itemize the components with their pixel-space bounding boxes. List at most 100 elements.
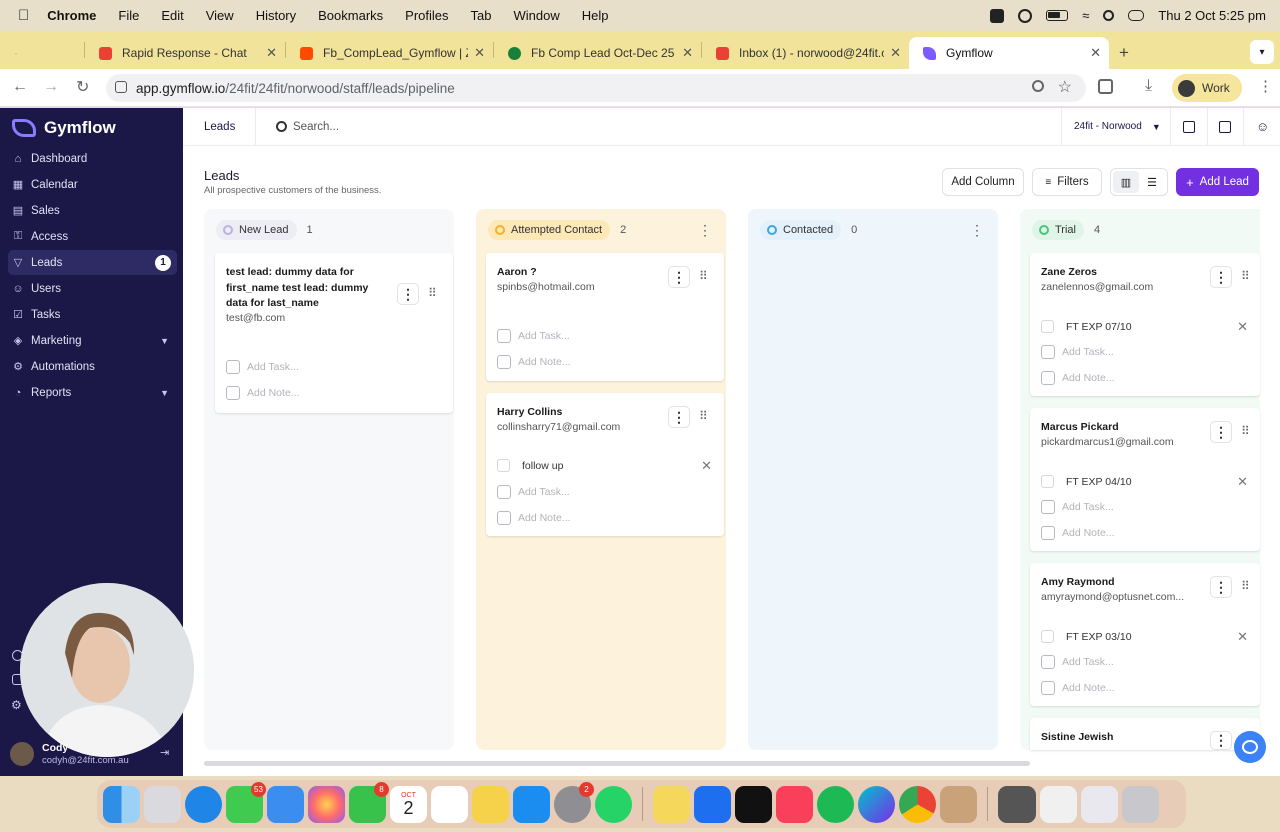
chrome-icon[interactable] — [899, 785, 936, 823]
menu-view[interactable]: View — [206, 8, 234, 23]
task-checkbox[interactable] — [497, 459, 510, 472]
site-info-icon[interactable] — [115, 81, 127, 93]
column-pill[interactable]: Contacted — [760, 220, 842, 240]
add-task-button[interactable]: Add Task... — [497, 329, 570, 343]
more-options-icon[interactable]: ⋮ — [668, 406, 690, 428]
sidebar-item-users[interactable]: ☺ Users — [8, 276, 177, 301]
chrome-menu-icon[interactable]: ⋮ — [1258, 77, 1273, 95]
menu-profiles[interactable]: Profiles — [405, 8, 448, 23]
whatsapp-icon[interactable] — [595, 785, 632, 823]
tab-sheets[interactable]: Fb Comp Lead Oct-Dec 25 - I ✕ — [494, 37, 701, 69]
forward-icon[interactable]: → — [43, 78, 59, 96]
add-note-button[interactable]: Add Note... — [1041, 371, 1115, 385]
task-checkbox[interactable] — [1041, 475, 1054, 488]
breadcrumb[interactable]: Leads — [204, 121, 235, 133]
add-task-button[interactable]: Add Task... — [1041, 345, 1114, 359]
check-circle-icon[interactable] — [1018, 8, 1033, 23]
lead-card[interactable]: Sistine Jewish ⋮ — [1030, 718, 1260, 750]
more-options-icon[interactable]: ⋮ — [1210, 576, 1232, 598]
close-icon[interactable]: ✕ — [682, 45, 693, 61]
drag-handle-icon[interactable]: ⠿ — [699, 409, 708, 423]
delete-task-icon[interactable]: ✕ — [1237, 629, 1248, 645]
task-checkbox[interactable] — [1041, 630, 1054, 643]
mail-icon[interactable] — [267, 785, 304, 823]
tab-chat[interactable]: Rapid Response - Chat ✕ — [85, 37, 285, 69]
sidebar-item-access[interactable]: ⚿ Access — [8, 224, 177, 249]
calendar-app-icon[interactable]: OCT 2 — [390, 785, 427, 823]
more-options-icon[interactable]: ⋮ — [1210, 731, 1232, 750]
column-pill[interactable]: Attempted Contact — [488, 220, 611, 240]
search-icon[interactable] — [1103, 10, 1115, 21]
close-icon[interactable]: ✕ — [266, 45, 277, 61]
new-tab-button[interactable]: + — [1109, 37, 1139, 69]
downloads-stack-icon[interactable] — [1040, 785, 1077, 823]
lead-card[interactable]: Harry Collins collinsharry71@gmail.com ⋮… — [486, 393, 724, 536]
menu-bookmarks[interactable]: Bookmarks — [318, 8, 383, 23]
add-note-button[interactable]: Add Note... — [1041, 526, 1115, 540]
chat-widget-button[interactable] — [1234, 731, 1266, 763]
extensions-icon[interactable] — [1098, 79, 1113, 94]
lead-card[interactable]: Zane Zeros zanelennos@gmail.com ⋮ ⠿ FT E… — [1030, 253, 1260, 396]
list-view-icon[interactable]: ☰ — [1139, 171, 1165, 193]
add-note-button[interactable]: Add Note... — [1041, 681, 1115, 695]
add-note-button[interactable]: Add Note... — [497, 355, 571, 369]
add-task-button[interactable]: Add Task... — [1041, 500, 1114, 514]
add-task-button[interactable]: Add Task... — [1041, 655, 1114, 669]
close-icon[interactable]: ✕ — [474, 45, 485, 61]
sidebar-item-tasks[interactable]: ☑ Tasks — [8, 302, 177, 327]
delete-task-icon[interactable]: ✕ — [1237, 474, 1248, 490]
reminders-icon[interactable] — [431, 785, 468, 823]
column-pill[interactable]: Trial — [1032, 220, 1084, 240]
stickies-icon[interactable] — [653, 785, 690, 823]
more-options-icon[interactable]: ⋮ — [1210, 266, 1232, 288]
music-icon[interactable] — [776, 785, 813, 823]
profile-button[interactable]: Work — [1172, 74, 1242, 102]
sidebar-item-automations[interactable]: ⚙ Automations — [8, 354, 177, 379]
column-menu-icon[interactable]: ⋮ — [970, 222, 984, 239]
menu-edit[interactable]: Edit — [161, 8, 183, 23]
safari-icon[interactable] — [185, 785, 222, 823]
download-icon[interactable]: ⤓ — [1145, 77, 1152, 95]
close-icon[interactable]: ✕ — [1090, 45, 1101, 61]
canva-icon[interactable] — [858, 785, 895, 823]
apple-icon[interactable]:  — [18, 7, 29, 24]
settings-icon[interactable]: ⚙ — [11, 698, 22, 712]
sidebar-item-reports[interactable]: ◔ Reports ▼ — [8, 380, 177, 405]
documents-stack-icon[interactable] — [1081, 785, 1118, 823]
drag-handle-icon[interactable]: ⠿ — [1241, 269, 1250, 283]
more-options-icon[interactable]: ⋮ — [668, 266, 690, 288]
printer-icon[interactable] — [998, 785, 1036, 823]
search-input[interactable]: Search... — [293, 121, 593, 133]
facetime-icon[interactable]: 8 — [349, 781, 389, 823]
spotify-icon[interactable] — [817, 785, 854, 823]
app-store-icon[interactable] — [513, 785, 550, 823]
drag-handle-icon[interactable]: ⠿ — [428, 286, 437, 300]
sidebar-item-leads[interactable]: ▽ Leads 1 — [8, 250, 177, 275]
brand[interactable]: Gymflow — [12, 118, 116, 138]
lead-card[interactable]: test lead: dummy data for first_name tes… — [215, 253, 453, 413]
lead-card[interactable]: Amy Raymond amyraymond@optusnet.com... ⋮… — [1030, 563, 1260, 706]
sidebar-item-calendar[interactable]: ▦ Calendar — [8, 172, 177, 197]
apple-tv-icon[interactable] — [735, 785, 772, 823]
star-icon[interactable]: ☆ — [1058, 77, 1072, 97]
zoom-icon[interactable] — [1032, 80, 1044, 92]
calendar-icon[interactable] — [1183, 121, 1195, 133]
url-bar[interactable]: app.gymflow.io/24fit/24fit/norwood/staff… — [106, 74, 1086, 102]
status-app-icon[interactable] — [990, 8, 1005, 23]
delete-task-icon[interactable]: ✕ — [701, 458, 712, 474]
reload-icon[interactable]: ↻ — [76, 77, 89, 97]
drag-handle-icon[interactable]: ⠿ — [1241, 579, 1250, 593]
wifi-icon[interactable]: ≈ — [1082, 8, 1089, 23]
notes-icon[interactable] — [472, 785, 509, 823]
tab-gymflow[interactable]: Gymflow ✕ — [909, 37, 1109, 69]
location-select[interactable]: 24fit - Norwood ▼ — [1074, 121, 1161, 132]
menu-tab[interactable]: Tab — [471, 8, 492, 23]
add-task-button[interactable]: Add Task... — [497, 485, 570, 499]
menu-file[interactable]: File — [118, 8, 139, 23]
horizontal-scrollbar[interactable] — [204, 761, 1030, 766]
clock[interactable]: Thu 2 Oct 5:25 pm — [1158, 8, 1266, 23]
finder-icon[interactable] — [103, 785, 140, 823]
menu-history[interactable]: History — [256, 8, 296, 23]
user-switch-icon[interactable]: ☺ — [1256, 119, 1269, 134]
trash-icon[interactable] — [1122, 785, 1159, 823]
